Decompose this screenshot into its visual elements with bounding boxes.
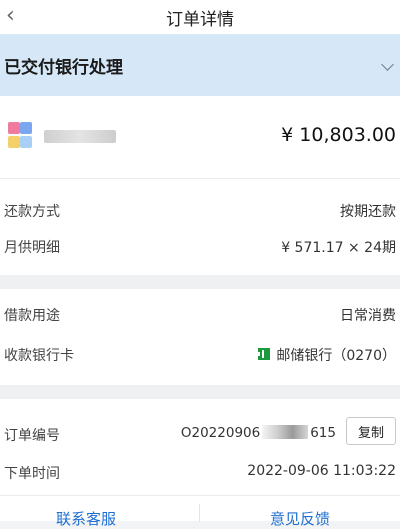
loan-purpose-value: 日常消费 <box>340 308 396 324</box>
bank-card-value: 邮储银行（0270） <box>276 348 396 364</box>
order-number-value: O20220906 615 <box>181 425 336 441</box>
repayment-method-label: 还款方式 <box>4 204 60 220</box>
loan-purpose-row: 借款用途 日常消费 <box>0 297 400 331</box>
bank-card-value-wrap: 邮储银行（0270） <box>256 345 396 365</box>
back-arrow-icon[interactable]: ‹ <box>6 4 15 28</box>
merchant-logo-icon <box>8 122 34 150</box>
repayment-card: 还款方式 按期还款 月供明细 ¥ 571.17 × 24期 <box>0 179 400 275</box>
bottom-links: 联系客服 意见反馈 <box>0 508 400 528</box>
merchant-name-blurred <box>44 130 116 143</box>
order-number-label: 订单编号 <box>4 428 60 444</box>
loan-card: 借款用途 日常消费 收款银行卡 邮储银行（0270） <box>0 289 400 385</box>
section-gap <box>0 275 400 289</box>
bank-card-row: 收款银行卡 邮储银行（0270） <box>0 337 400 371</box>
status-banner[interactable]: 已交付银行处理 <box>0 34 400 96</box>
monthly-detail-value: ¥ 571.17 × 24期 <box>281 240 396 256</box>
page-title: 订单详情 <box>166 9 234 30</box>
order-time-label: 下单时间 <box>4 466 60 482</box>
divider <box>0 495 400 496</box>
loan-purpose-label: 借款用途 <box>4 308 60 324</box>
order-amount: ¥ 10,803.00 <box>281 124 396 146</box>
bank-card-label: 收款银行卡 <box>4 348 74 364</box>
order-number-row: 订单编号 O20220906 615 复制 <box>0 407 400 447</box>
section-gap <box>0 385 400 399</box>
order-number-mask <box>262 425 309 439</box>
header-bar: ‹ 订单详情 <box>0 0 400 34</box>
feedback-link[interactable]: 意见反馈 <box>270 508 330 529</box>
chevron-down-icon[interactable] <box>381 58 394 71</box>
product-card: ¥ 10,803.00 <box>0 96 400 178</box>
monthly-detail-row: 月供明细 ¥ 571.17 × 24期 <box>0 229 400 263</box>
order-number-prefix: O20220906 <box>180 425 261 441</box>
contact-service-link[interactable]: 联系客服 <box>56 508 116 529</box>
postal-bank-icon <box>258 348 271 360</box>
repayment-method-row: 还款方式 按期还款 <box>0 193 400 227</box>
order-number-suffix: 615 <box>310 425 336 441</box>
monthly-detail-label: 月供明细 <box>4 240 60 256</box>
order-time-row: 下单时间 2022-09-06 11:03:22 <box>0 455 400 489</box>
copy-button[interactable]: 复制 <box>346 417 396 445</box>
order-time-value: 2022-09-06 11:03:22 <box>247 463 396 479</box>
repayment-method-value: 按期还款 <box>340 204 396 220</box>
order-card: 订单编号 O20220906 615 复制 下单时间 2022-09-06 11:… <box>0 399 400 521</box>
status-text: 已交付银行处理 <box>4 57 123 78</box>
